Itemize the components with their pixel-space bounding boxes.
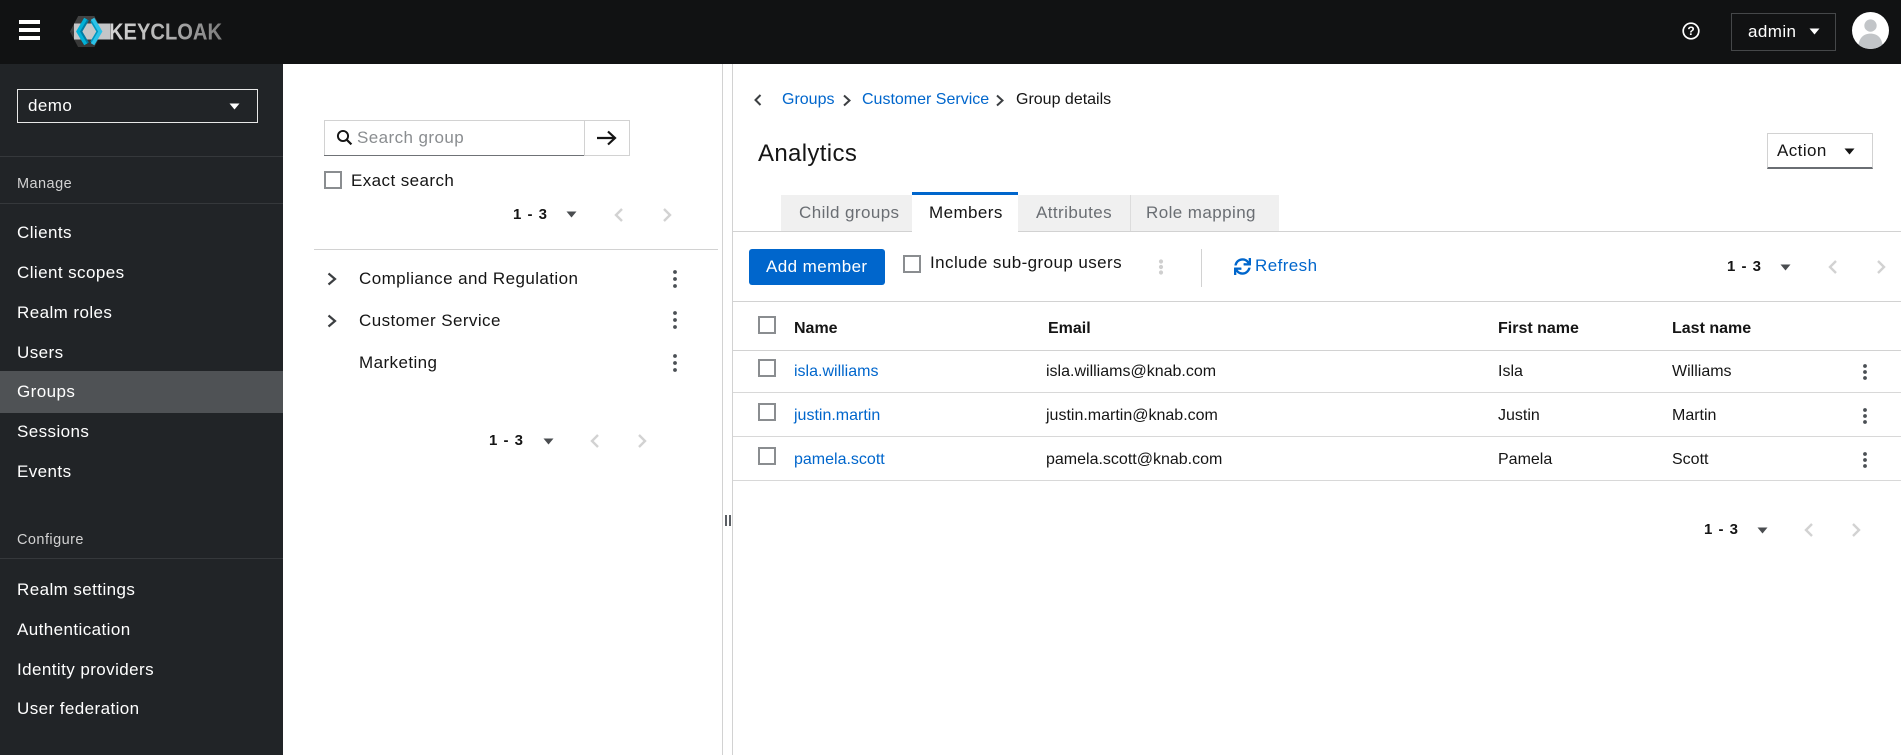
svg-text:KEYCLOAK: KEYCLOAK [109, 19, 222, 45]
svg-text:?: ? [1687, 24, 1694, 38]
